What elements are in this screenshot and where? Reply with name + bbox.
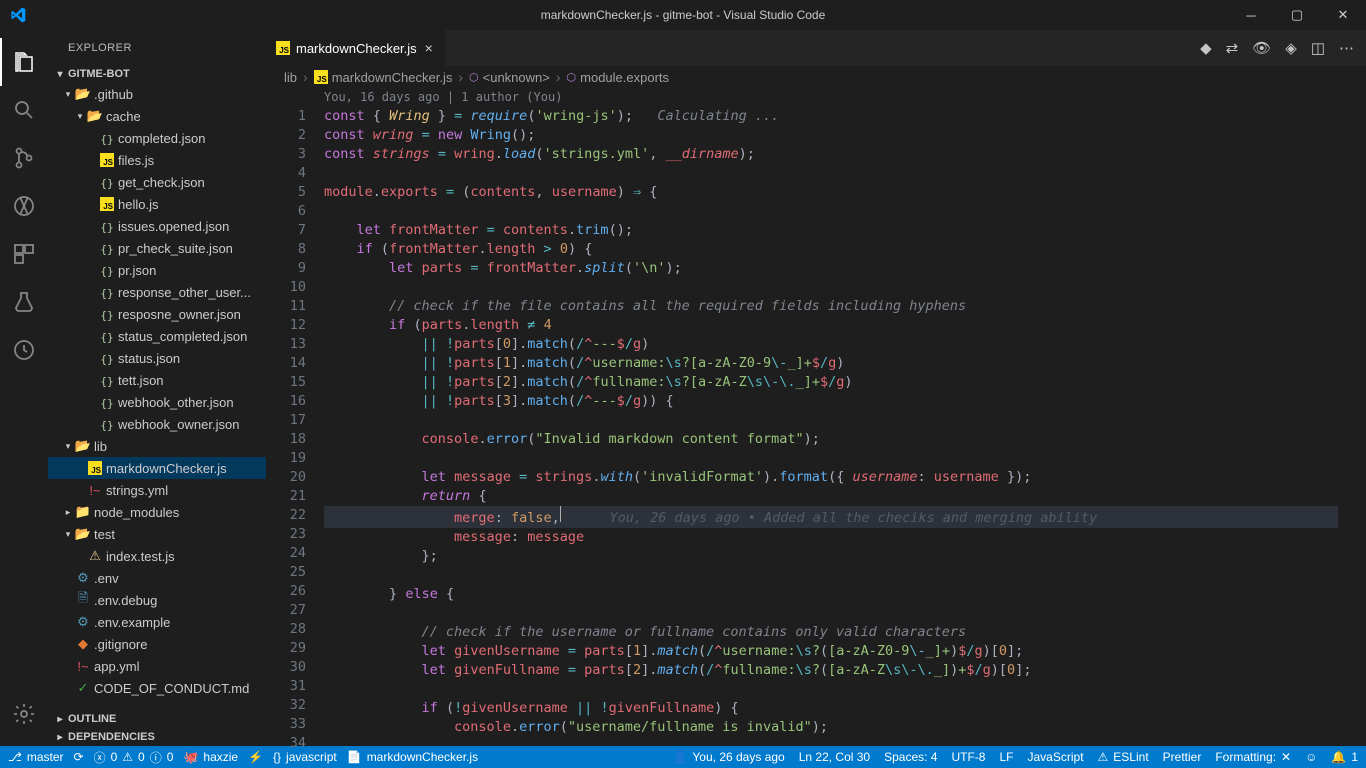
activity-test[interactable] bbox=[0, 278, 48, 326]
activity-extensions[interactable] bbox=[0, 230, 48, 278]
file-markdownchecker[interactable]: JSmarkdownChecker.js bbox=[48, 457, 266, 479]
status-problems[interactable]: ⓧ0 ⚠0 ⓘ0 bbox=[94, 749, 174, 766]
status-file[interactable]: 📄markdownChecker.js bbox=[347, 750, 478, 764]
folder-node-modules[interactable]: ▸📁node_modules bbox=[48, 501, 266, 523]
warning-icon: ⚠ bbox=[122, 750, 133, 764]
status-eol[interactable]: LF bbox=[999, 750, 1013, 764]
minimap[interactable] bbox=[1338, 88, 1352, 746]
folder-github[interactable]: ▾📂.github bbox=[48, 83, 266, 105]
status-position[interactable]: Ln 22, Col 30 bbox=[799, 750, 870, 764]
file-env[interactable]: ⚙.env bbox=[48, 567, 266, 589]
file-env-example[interactable]: ⚙.env.example bbox=[48, 611, 266, 633]
tab-label: markdownChecker.js bbox=[296, 41, 417, 56]
status-prettier[interactable]: Prettier bbox=[1163, 750, 1202, 764]
editor-actions: ◆ ⇄ 👁 ◈ ◫ ⋯ bbox=[1200, 30, 1366, 66]
activity-explorer[interactable] bbox=[0, 38, 48, 86]
code-editor[interactable]: 1234567891011121314151617181920212223242… bbox=[266, 88, 1366, 746]
maximize-button[interactable]: ▢ bbox=[1274, 0, 1320, 30]
activity-scm[interactable] bbox=[0, 134, 48, 182]
code-content[interactable]: You, 16 days ago | 1 author (You) const … bbox=[324, 88, 1338, 746]
error-icon: ⓧ bbox=[94, 749, 106, 766]
file-item[interactable]: webhook_owner.json bbox=[48, 413, 266, 435]
project-header[interactable]: ▾GITME-BOT bbox=[48, 65, 266, 83]
status-notifications[interactable]: 🔔1 bbox=[1331, 750, 1358, 764]
activity-debug[interactable] bbox=[0, 182, 48, 230]
status-branch[interactable]: ⎇master bbox=[8, 750, 64, 764]
window-title: markdownChecker.js - gitme-bot - Visual … bbox=[541, 8, 826, 22]
file-item[interactable]: status_completed.json bbox=[48, 325, 266, 347]
file-strings-yml[interactable]: !~strings.yml bbox=[48, 479, 266, 501]
status-eslint[interactable]: ⚠ESLint bbox=[1098, 750, 1149, 764]
file-item[interactable]: response_other_user... bbox=[48, 281, 266, 303]
activity-bar bbox=[0, 30, 48, 746]
open-changes-icon[interactable]: ⇄ bbox=[1226, 39, 1239, 57]
file-item[interactable]: pr_check_suite.json bbox=[48, 237, 266, 259]
line-gutter: 1234567891011121314151617181920212223242… bbox=[266, 88, 324, 746]
file-env-debug[interactable]: 🗎.env.debug bbox=[48, 589, 266, 611]
file-item[interactable]: issues.opened.json bbox=[48, 215, 266, 237]
status-sync[interactable]: ⟳ bbox=[74, 750, 84, 764]
close-button[interactable]: ✕ bbox=[1320, 0, 1366, 30]
file-tree: ▾📂.github ▾📂cache completed.json JSfiles… bbox=[48, 83, 266, 710]
folder-lib[interactable]: ▾📂lib bbox=[48, 435, 266, 457]
dependencies-section[interactable]: ▸DEPENDENCIES bbox=[48, 728, 266, 746]
sync-icon: ⟳ bbox=[74, 750, 84, 764]
bell-icon: 🔔 bbox=[1331, 750, 1346, 764]
branch-icon: ⎇ bbox=[8, 750, 22, 764]
tab-close-icon[interactable]: × bbox=[423, 40, 435, 56]
status-encoding[interactable]: UTF-8 bbox=[951, 750, 985, 764]
status-user[interactable]: 🐙haxzie bbox=[183, 750, 238, 764]
file-item[interactable]: JSfiles.js bbox=[48, 149, 266, 171]
vscode-logo-icon bbox=[0, 7, 35, 23]
person-icon: 👤 bbox=[672, 750, 687, 764]
status-mode[interactable]: JavaScript bbox=[1028, 750, 1084, 764]
file-item[interactable]: webhook_other.json bbox=[48, 391, 266, 413]
github-icon: 🐙 bbox=[183, 750, 198, 764]
file-item[interactable]: tett.json bbox=[48, 369, 266, 391]
file-icon: 📄 bbox=[347, 750, 362, 764]
file-item[interactable]: status.json bbox=[48, 347, 266, 369]
status-lightning[interactable]: ⚡ bbox=[248, 750, 263, 764]
diff-icon[interactable]: ◈ bbox=[1285, 39, 1297, 57]
file-index-test[interactable]: ⚠index.test.js bbox=[48, 545, 266, 567]
file-gitignore[interactable]: ◆.gitignore bbox=[48, 633, 266, 655]
status-feedback[interactable]: ☺ bbox=[1305, 750, 1317, 764]
file-code-of-conduct[interactable]: ✓CODE_OF_CONDUCT.md bbox=[48, 677, 266, 699]
status-spaces[interactable]: Spaces: 4 bbox=[884, 750, 937, 764]
activity-settings[interactable] bbox=[0, 690, 48, 738]
explorer-title: EXPLORER bbox=[48, 30, 266, 65]
overview-ruler[interactable] bbox=[1352, 88, 1366, 746]
compare-icon[interactable]: ◆ bbox=[1200, 39, 1212, 57]
info-icon: ⓘ bbox=[150, 749, 162, 766]
editor-area: JS markdownChecker.js × ◆ ⇄ 👁 ◈ ◫ ⋯ lib›… bbox=[266, 30, 1366, 746]
minimize-button[interactable]: ─ bbox=[1228, 0, 1274, 30]
preview-icon[interactable]: 👁 bbox=[1252, 39, 1271, 57]
folder-test[interactable]: ▾📂test bbox=[48, 523, 266, 545]
split-icon[interactable]: ◫ bbox=[1311, 39, 1325, 57]
file-item[interactable]: completed.json bbox=[48, 127, 266, 149]
activity-remote[interactable] bbox=[0, 326, 48, 374]
breadcrumb[interactable]: lib› JSmarkdownChecker.js› ⬡<unknown>› ⬡… bbox=[266, 66, 1366, 88]
file-item[interactable]: get_check.json bbox=[48, 171, 266, 193]
status-bar: ⎇master ⟳ ⓧ0 ⚠0 ⓘ0 🐙haxzie ⚡ {}javascrip… bbox=[0, 746, 1366, 768]
explorer-sidebar: EXPLORER ▾GITME-BOT ▾📂.github ▾📂cache co… bbox=[48, 30, 266, 746]
status-formatting[interactable]: Formatting:✕ bbox=[1215, 750, 1291, 764]
more-icon[interactable]: ⋯ bbox=[1339, 39, 1354, 57]
outline-section[interactable]: ▸OUTLINE bbox=[48, 710, 266, 728]
file-item[interactable]: resposne_owner.json bbox=[48, 303, 266, 325]
activity-search[interactable] bbox=[0, 86, 48, 134]
status-blame[interactable]: 👤You, 26 days ago bbox=[672, 750, 784, 764]
file-app-yml[interactable]: !~app.yml bbox=[48, 655, 266, 677]
folder-cache[interactable]: ▾📂cache bbox=[48, 105, 266, 127]
titlebar: markdownChecker.js - gitme-bot - Visual … bbox=[0, 0, 1366, 30]
tab-markdownchecker[interactable]: JS markdownChecker.js × bbox=[266, 30, 446, 66]
file-item[interactable]: pr.json bbox=[48, 259, 266, 281]
file-item[interactable]: JShello.js bbox=[48, 193, 266, 215]
tab-bar: JS markdownChecker.js × ◆ ⇄ 👁 ◈ ◫ ⋯ bbox=[266, 30, 1366, 66]
